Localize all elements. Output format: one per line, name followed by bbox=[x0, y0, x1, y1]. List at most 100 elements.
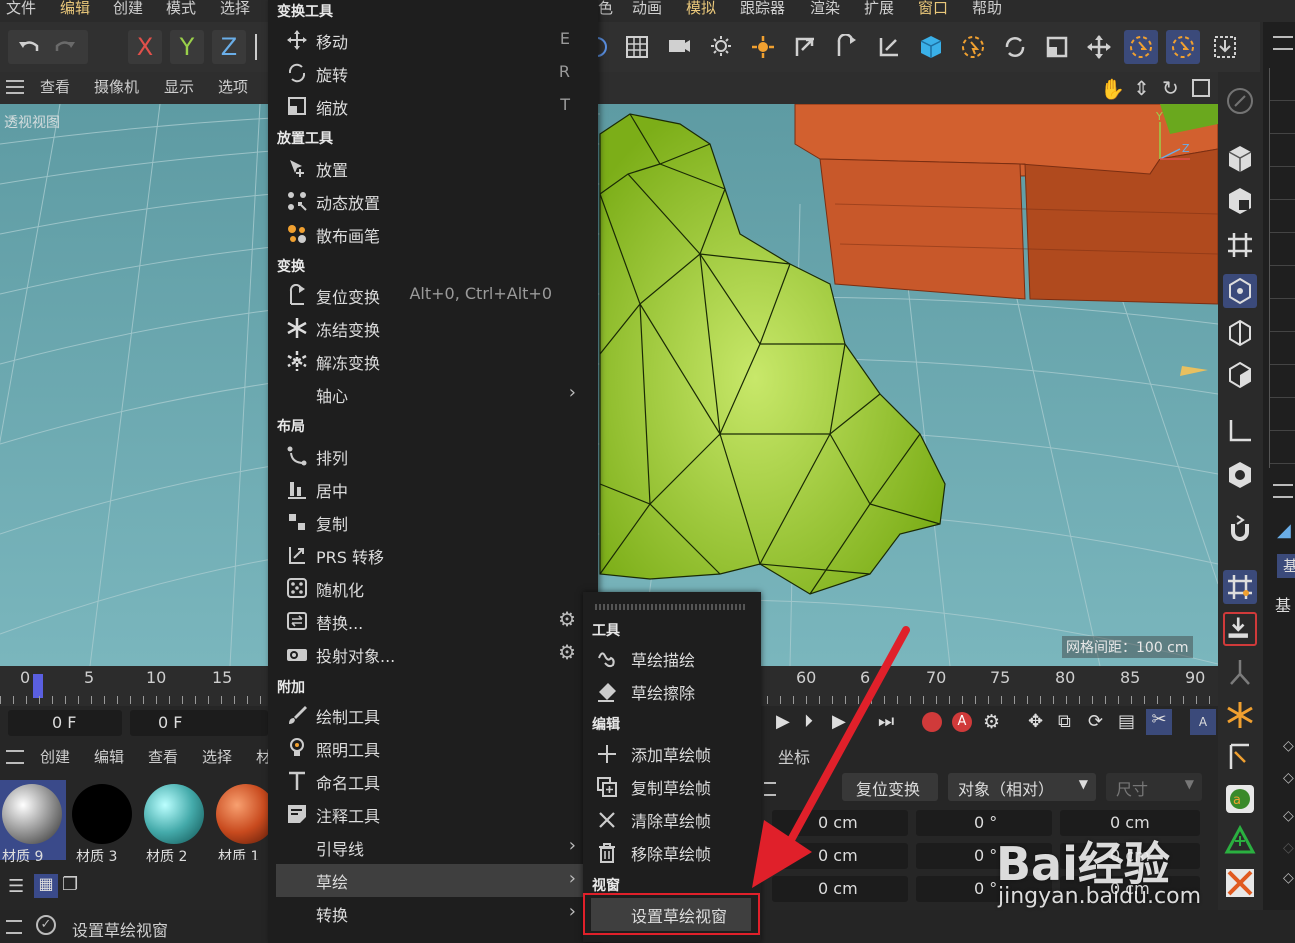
list-view-icon[interactable]: ☰ bbox=[8, 876, 24, 897]
mat-menu-view[interactable]: 查看 bbox=[148, 746, 178, 767]
dolly-icon[interactable]: ⇕ bbox=[1133, 76, 1150, 100]
viewport-menu-display[interactable]: 显示 bbox=[164, 76, 194, 97]
coord-mode-select[interactable]: 对象（相对） ▼ bbox=[948, 773, 1096, 801]
menu-file[interactable]: 文件 bbox=[6, 0, 36, 18]
workplane-icon[interactable] bbox=[1223, 740, 1257, 774]
mat-menu-create[interactable]: 创建 bbox=[40, 746, 70, 767]
submenu-item-remove-frame[interactable]: 移除草绘帧 bbox=[587, 836, 757, 869]
menu-item-scatter-brush[interactable]: 散布画笔 bbox=[276, 218, 590, 251]
hamburger-icon[interactable] bbox=[6, 750, 24, 764]
menu-item-convert[interactable]: 转换 › bbox=[276, 897, 590, 930]
hamburger-icon[interactable] bbox=[6, 920, 22, 934]
material-swatch[interactable]: 材质 3 bbox=[70, 780, 136, 865]
key-pla-icon[interactable]: ✂ bbox=[1146, 709, 1172, 735]
menu-item-duplicate[interactable]: 复制 bbox=[276, 506, 590, 539]
material-swatch[interactable]: 材质 2 bbox=[142, 780, 208, 865]
keyframe-diamond-icon[interactable]: ◇ bbox=[1283, 808, 1294, 824]
motion-icon[interactable]: A bbox=[1190, 709, 1216, 735]
redo-icon[interactable] bbox=[52, 34, 78, 64]
menu-mode[interactable]: 模式 bbox=[166, 0, 196, 18]
attributes-tab-basic[interactable]: 基 bbox=[1277, 554, 1295, 578]
menu-simulate[interactable]: 模拟 bbox=[686, 0, 716, 18]
material-swatch[interactable]: 材质 9 bbox=[0, 780, 66, 865]
start-frame-field[interactable]: 0 F bbox=[130, 710, 268, 736]
menu-item-freeze-transform[interactable]: 冻结变换 bbox=[276, 312, 590, 345]
menu-item-dynamic-place[interactable]: 动态放置 bbox=[276, 185, 590, 218]
undo-icon[interactable] bbox=[16, 34, 42, 64]
menu-help[interactable]: 帮助 bbox=[972, 0, 1002, 18]
y-axis-button[interactable]: Y bbox=[170, 30, 204, 64]
points-mode-icon[interactable] bbox=[1223, 274, 1257, 308]
key-rotate-icon[interactable]: ⟳ bbox=[1088, 711, 1103, 732]
menu-item-arrange[interactable]: 排列 bbox=[276, 440, 590, 473]
axis-transfer-icon[interactable] bbox=[872, 30, 906, 64]
submenu-item-copy-frame[interactable]: 复制草绘帧 bbox=[587, 770, 757, 803]
axis-mode-icon[interactable] bbox=[1223, 414, 1257, 448]
record-key-icon[interactable] bbox=[922, 712, 942, 732]
menu-item-project-object[interactable]: 投射对象... ⚙ bbox=[276, 638, 590, 671]
hamburger-icon[interactable] bbox=[1273, 484, 1293, 498]
menu-item-lighting-tool[interactable]: 照明工具 bbox=[276, 732, 590, 765]
mesh-mode-icon[interactable] bbox=[1223, 184, 1257, 218]
submenu-item-clear-frame[interactable]: 清除草绘帧 bbox=[587, 803, 757, 836]
menu-select[interactable]: 选择 bbox=[220, 0, 250, 18]
polygons-mode-icon[interactable] bbox=[1223, 358, 1257, 392]
submenu-item-sketch-erase[interactable]: 草绘擦除 bbox=[587, 675, 757, 708]
z-axis-button[interactable]: Z bbox=[212, 30, 246, 64]
menu-item-annotation-tool[interactable]: 注释工具 bbox=[276, 798, 590, 831]
orbit-icon[interactable]: ↻ bbox=[1162, 76, 1179, 100]
key-scale-icon[interactable]: ⧉ bbox=[1058, 711, 1071, 732]
menu-item-rotate[interactable]: 旋转 R bbox=[276, 57, 590, 90]
keyframe-settings-icon[interactable]: ⚙ bbox=[983, 711, 1000, 733]
menu-extensions[interactable]: 扩展 bbox=[864, 0, 894, 18]
rotate-tool-icon[interactable] bbox=[998, 30, 1032, 64]
gear-icon[interactable]: ⚙ bbox=[558, 640, 576, 664]
menu-item-place[interactable]: 放置 bbox=[276, 152, 590, 185]
grid-render-icon[interactable] bbox=[620, 30, 654, 64]
menu-render[interactable]: 渲染 bbox=[810, 0, 840, 18]
freeze-icon[interactable] bbox=[1223, 698, 1257, 732]
keyframe-diamond-icon[interactable]: ◇ bbox=[1283, 770, 1294, 786]
mat-menu-select[interactable]: 选择 bbox=[202, 746, 232, 767]
cube-icon[interactable] bbox=[914, 30, 948, 64]
menu-item-unfreeze-transform[interactable]: 解冻变换 bbox=[276, 345, 590, 378]
grid-view-icon[interactable]: ▦ bbox=[34, 874, 58, 898]
x-axis-button[interactable]: X bbox=[128, 30, 162, 64]
edit-icon[interactable] bbox=[1223, 84, 1257, 118]
reset-transform-icon[interactable] bbox=[788, 30, 822, 64]
submenu-item-add-frame[interactable]: 添加草绘帧 bbox=[587, 737, 757, 770]
keyframe-diamond-icon[interactable]: ◇ bbox=[1283, 870, 1294, 886]
menu-animation[interactable]: 动画 bbox=[632, 0, 662, 18]
auto-key-icon[interactable]: A bbox=[952, 712, 972, 732]
keyframe-diamond-icon[interactable]: ◇ bbox=[1283, 840, 1294, 856]
python-script-icon[interactable]: a bbox=[1223, 782, 1257, 816]
playhead[interactable] bbox=[33, 674, 43, 698]
viewport-menu-options[interactable]: 选项 bbox=[218, 76, 248, 97]
menu-item-randomize[interactable]: 随机化 bbox=[276, 572, 590, 605]
current-frame-field[interactable]: 0 F bbox=[8, 710, 122, 736]
perspective-viewport[interactable]: Y Z 透视视图 网格间距：100 cm bbox=[0, 104, 1218, 666]
move-tool-icon[interactable] bbox=[1082, 30, 1116, 64]
light-icon[interactable] bbox=[704, 30, 738, 64]
size-select[interactable]: 尺寸 ▼ bbox=[1106, 773, 1202, 801]
menu-item-sketch[interactable]: 草绘 › bbox=[276, 864, 590, 897]
scale-tool-icon[interactable] bbox=[1040, 30, 1074, 64]
model-mode-icon[interactable] bbox=[1223, 142, 1257, 176]
live-select-icon[interactable] bbox=[956, 30, 990, 64]
dropdown-tool-icon[interactable] bbox=[1208, 30, 1242, 64]
rotate-reset-icon[interactable] bbox=[830, 30, 864, 64]
key-param-icon[interactable]: ▤ bbox=[1118, 711, 1135, 732]
menu-item-paint-tool[interactable]: 绘制工具 bbox=[276, 699, 590, 732]
magnet-icon[interactable] bbox=[1223, 512, 1257, 546]
hamburger-icon[interactable] bbox=[1273, 36, 1293, 50]
gear-icon[interactable]: ⚙ bbox=[558, 607, 576, 631]
menu-item-guide[interactable]: 引导线 › bbox=[276, 831, 590, 864]
edges-mode-icon[interactable] bbox=[1223, 316, 1257, 350]
grid-snap-icon[interactable] bbox=[1223, 228, 1257, 262]
menu-item-prs-transfer[interactable]: PRS 转移 bbox=[276, 539, 590, 572]
select-active-icon[interactable] bbox=[1124, 30, 1158, 64]
submenu-item-sketch-draw[interactable]: 草绘描绘 bbox=[587, 642, 757, 675]
viewport-menu-view[interactable]: 查看 bbox=[40, 76, 70, 97]
menu-window[interactable]: 窗口 bbox=[918, 0, 948, 18]
menu-create[interactable]: 创建 bbox=[113, 0, 143, 18]
